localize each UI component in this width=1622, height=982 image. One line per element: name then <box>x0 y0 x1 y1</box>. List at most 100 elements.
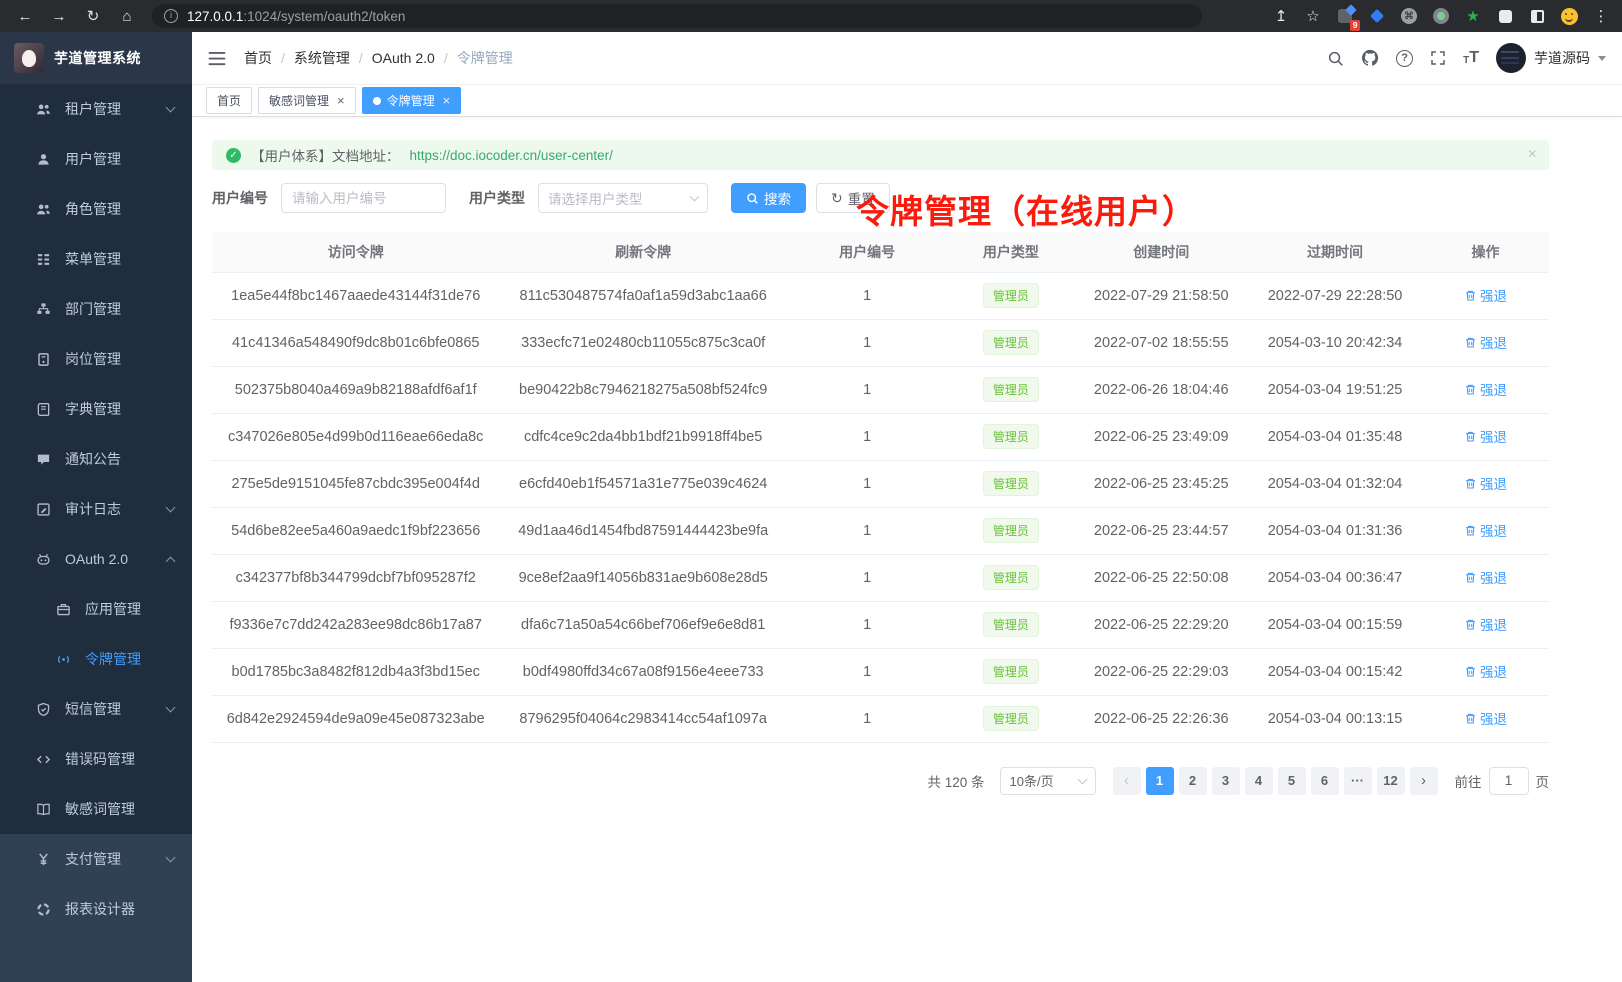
extension-adblock-icon[interactable]: 9 <box>1336 7 1354 25</box>
user-type-tag: 管理员 <box>983 706 1039 731</box>
sidebar-item-oauth2[interactable]: OAuth 2.0 <box>0 534 192 584</box>
search-icon[interactable] <box>1327 50 1344 67</box>
reload-icon[interactable]: ↻ <box>84 7 102 25</box>
table-row: c342377bf8b344799dcbf7bf095287f29ce8ef2a… <box>212 554 1549 601</box>
force-logout-button[interactable]: 强退 <box>1464 614 1507 634</box>
close-icon[interactable]: × <box>1528 146 1537 164</box>
back-icon[interactable]: ← <box>16 8 34 25</box>
hamburger-icon[interactable] <box>208 51 226 66</box>
user-type-cell: 管理员 <box>947 507 1074 554</box>
user-menu[interactable]: 芋道源码 <box>1496 43 1606 73</box>
extension-gem-icon[interactable] <box>1368 7 1386 25</box>
profile-avatar-icon[interactable] <box>1560 7 1578 25</box>
user-id-cell: 1 <box>787 319 947 366</box>
expire-time-cell: 2054-03-04 00:15:59 <box>1248 601 1422 648</box>
home-icon[interactable]: ⌂ <box>118 8 136 25</box>
close-icon[interactable]: × <box>443 93 451 108</box>
user-type-select[interactable]: 请选择用户类型 <box>538 183 708 213</box>
sidebar-item-notice[interactable]: 通知公告 <box>0 434 192 484</box>
help-icon[interactable]: ? <box>1396 50 1413 67</box>
page-ellipsis[interactable]: ··· <box>1344 767 1372 795</box>
search-button[interactable]: 搜索 <box>731 183 806 213</box>
force-logout-button[interactable]: 强退 <box>1464 661 1507 681</box>
tab-home[interactable]: 首页 <box>206 87 252 114</box>
sidebar-item-tenant[interactable]: 租户管理 <box>0 84 192 134</box>
tab-sensitive[interactable]: 敏感词管理× <box>258 87 356 114</box>
user-type-cell: 管理员 <box>947 648 1074 695</box>
extension-star-icon[interactable]: ★ <box>1464 7 1482 25</box>
breadcrumb-item[interactable]: 首页 <box>244 48 272 68</box>
sidebar-item-report[interactable]: 报表设计器 <box>0 884 192 934</box>
url-bar[interactable]: i 127.0.0.1:1024/system/oauth2/token <box>152 4 1202 28</box>
pagination: 共 120 条 10条/页 ‹ 123456···12 › 前往 页 <box>212 767 1549 795</box>
sidebar-item-audit[interactable]: 审计日志 <box>0 484 192 534</box>
force-logout-button[interactable]: 强退 <box>1464 520 1507 540</box>
force-logout-button[interactable]: 强退 <box>1464 567 1507 587</box>
chevron-down-icon <box>166 502 176 512</box>
create-time-cell: 2022-06-25 22:29:20 <box>1074 601 1248 648</box>
goto-page-input[interactable] <box>1489 767 1529 795</box>
page-button-3[interactable]: 3 <box>1212 767 1240 795</box>
extensions-puzzle-icon[interactable] <box>1496 7 1514 25</box>
share-icon[interactable]: ↥ <box>1272 7 1290 25</box>
force-logout-button[interactable]: 强退 <box>1464 473 1507 493</box>
page-size-select[interactable]: 10条/页 <box>1000 767 1096 795</box>
extension-record-icon[interactable] <box>1432 7 1450 25</box>
page-button-2[interactable]: 2 <box>1179 767 1207 795</box>
access-token-cell: f9336e7c7dd242a283ee98dc86b17a87 <box>212 601 499 648</box>
sidebar-item-sms[interactable]: 短信管理 <box>0 684 192 734</box>
sidebar-item-oauth2-app[interactable]: 应用管理 <box>0 584 192 634</box>
force-logout-button[interactable]: 强退 <box>1464 426 1507 446</box>
doc-alert-link[interactable]: https://doc.iocoder.cn/user-center/ <box>410 148 613 163</box>
github-icon[interactable] <box>1361 49 1379 67</box>
force-logout-button[interactable]: 强退 <box>1464 332 1507 352</box>
sidebar-item-sensitive[interactable]: 敏感词管理 <box>0 784 192 834</box>
sidebar-item-post[interactable]: 岗位管理 <box>0 334 192 384</box>
tab-token[interactable]: 令牌管理× <box>362 87 462 114</box>
bookmark-star-icon[interactable]: ☆ <box>1304 7 1322 25</box>
fullscreen-icon[interactable] <box>1430 50 1446 66</box>
breadcrumb-item[interactable]: OAuth 2.0 <box>372 50 435 66</box>
sidebar-item-errcode[interactable]: 错误码管理 <box>0 734 192 784</box>
sidebar-item-dict[interactable]: 字典管理 <box>0 384 192 434</box>
app-logo <box>14 43 44 73</box>
page-content: ✓ 【用户体系】文档地址： https://doc.iocoder.cn/use… <box>192 117 1622 982</box>
page-button-6[interactable]: 6 <box>1311 767 1339 795</box>
success-check-icon: ✓ <box>226 148 241 163</box>
sidebar-item-user[interactable]: 用户管理 <box>0 134 192 184</box>
token-icon <box>56 652 72 667</box>
user-id-cell: 1 <box>787 695 947 742</box>
extension-command-icon[interactable]: ⌘ <box>1400 7 1418 25</box>
user-id-input[interactable] <box>281 183 446 213</box>
refresh-token-cell: 811c530487574fa0af1a59d3abc1aa66 <box>499 272 786 319</box>
sidebar-item-role[interactable]: 角色管理 <box>0 184 192 234</box>
user-name: 芋道源码 <box>1534 48 1590 68</box>
prev-page-button[interactable]: ‹ <box>1113 767 1141 795</box>
browser-chrome: ← → ↻ ⌂ i 127.0.0.1:1024/system/oauth2/t… <box>0 0 1622 32</box>
sidebar-menu-toplevel: 支付管理报表设计器 <box>0 834 192 934</box>
forward-icon[interactable]: → <box>50 8 68 25</box>
page-button-1[interactable]: 1 <box>1146 767 1174 795</box>
browser-menu-icon[interactable]: ⋮ <box>1592 7 1610 25</box>
page-button-12[interactable]: 12 <box>1377 767 1405 795</box>
reading-list-icon[interactable] <box>1528 7 1546 25</box>
action-cell: 强退 <box>1422 507 1549 554</box>
breadcrumb-item[interactable]: 系统管理 <box>294 48 350 68</box>
force-logout-button[interactable]: 强退 <box>1464 285 1507 305</box>
user-type-tag: 管理员 <box>983 283 1039 308</box>
force-logout-button[interactable]: 强退 <box>1464 379 1507 399</box>
next-page-button[interactable]: › <box>1410 767 1438 795</box>
page-button-5[interactable]: 5 <box>1278 767 1306 795</box>
sidebar-item-dept[interactable]: 部门管理 <box>0 284 192 334</box>
sidebar-item-oauth2-token[interactable]: 令牌管理 <box>0 634 192 684</box>
chevron-down-icon <box>166 702 176 712</box>
sidebar-item-label: 租户管理 <box>65 99 121 119</box>
page-button-4[interactable]: 4 <box>1245 767 1273 795</box>
sidebar-item-menu[interactable]: 菜单管理 <box>0 234 192 284</box>
site-info-icon[interactable]: i <box>164 9 178 23</box>
sidebar-item-pay[interactable]: 支付管理 <box>0 834 192 884</box>
font-size-icon[interactable]: TT <box>1463 50 1479 66</box>
close-icon[interactable]: × <box>337 93 345 108</box>
force-logout-button[interactable]: 强退 <box>1464 708 1507 728</box>
table-header-row: 访问令牌刷新令牌用户编号用户类型创建时间过期时间操作 <box>212 232 1549 272</box>
